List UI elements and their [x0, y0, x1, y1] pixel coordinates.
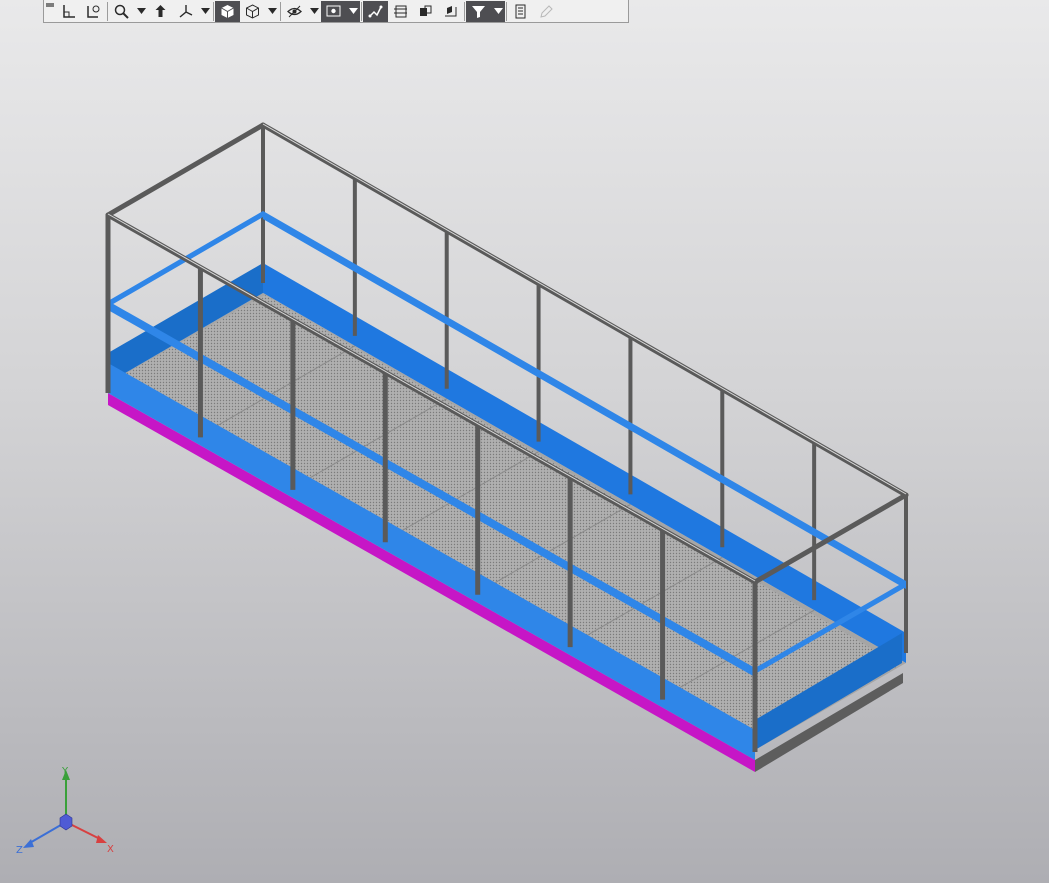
x-axis-arrow — [96, 835, 107, 843]
y-axis-label: Y — [61, 766, 69, 777]
z-axis-label: Z — [16, 845, 23, 856]
axis-triad: Y X Z — [16, 766, 114, 856]
top-frame-left — [105, 122, 266, 218]
model-viewport[interactable] — [0, 0, 1049, 883]
front-mid-rail — [108, 301, 755, 677]
x-axis-label: X — [107, 844, 114, 855]
floor-mesh — [116, 295, 900, 744]
triad-origin-cube — [59, 813, 73, 831]
